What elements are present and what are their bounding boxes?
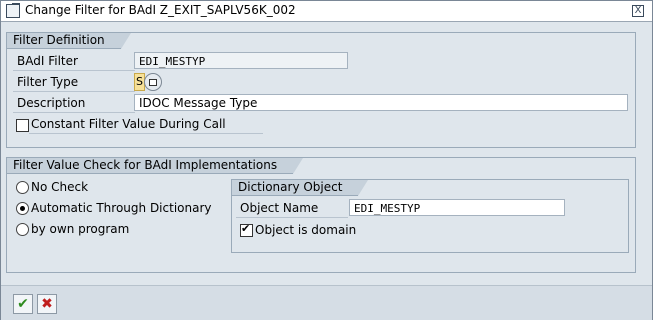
badi-filter-label: BAdI Filter [13,52,135,71]
dialog-title: Change Filter for BAdI Z_EXIT_SAPLV56K_0… [25,3,296,17]
filter-check-group: Filter Value Check for BAdI Implementati… [6,157,636,273]
option-no-check-label: No Check [31,180,89,194]
object-name-label: Object Name [236,199,348,218]
filter-check-title: Filter Value Check for BAdI Implementati… [7,158,304,174]
checkmark-icon[interactable]: ✔ [13,294,33,314]
object-is-domain-label: Object is domain [255,223,357,237]
description-field[interactable]: IDOC Message Type [134,94,628,111]
object-is-domain-checkbox[interactable] [240,222,253,237]
filter-type-label: Filter Type [13,73,135,92]
filter-definition-title: Filter Definition [7,33,131,49]
object-name-field[interactable]: EDI_MESTYP [349,199,565,216]
radio-automatic-dictionary[interactable] [16,202,29,215]
dictionary-object-group: Dictionary Object Object Name EDI_MESTYP… [231,179,629,253]
constant-filter-label: Constant Filter Value During Call [29,115,263,134]
description-label: Description [13,94,135,113]
badi-filter-field: EDI_MESTYP [134,52,348,69]
dictionary-object-title: Dictionary Object [232,180,369,196]
radio-own-program[interactable] [16,223,29,236]
radio-no-check[interactable] [16,181,29,194]
edit-dialog-icon [6,4,20,18]
constant-filter-checkbox[interactable] [16,119,29,132]
close-button[interactable]: X [632,5,644,17]
title-bar: Change Filter for BAdI Z_EXIT_SAPLV56K_0… [1,1,652,22]
cancel-x-icon[interactable]: ✖ [37,294,57,314]
dialog-window: Change Filter for BAdI Z_EXIT_SAPLV56K_0… [0,0,653,320]
value-help-button[interactable] [144,73,162,91]
option-own-program-label: by own program [31,222,130,236]
dialog-footer: ✔ ✖ [1,285,652,320]
option-automatic-label: Automatic Through Dictionary [31,201,212,215]
filter-definition-group: Filter Definition BAdI Filter EDI_MESTYP… [6,32,636,148]
